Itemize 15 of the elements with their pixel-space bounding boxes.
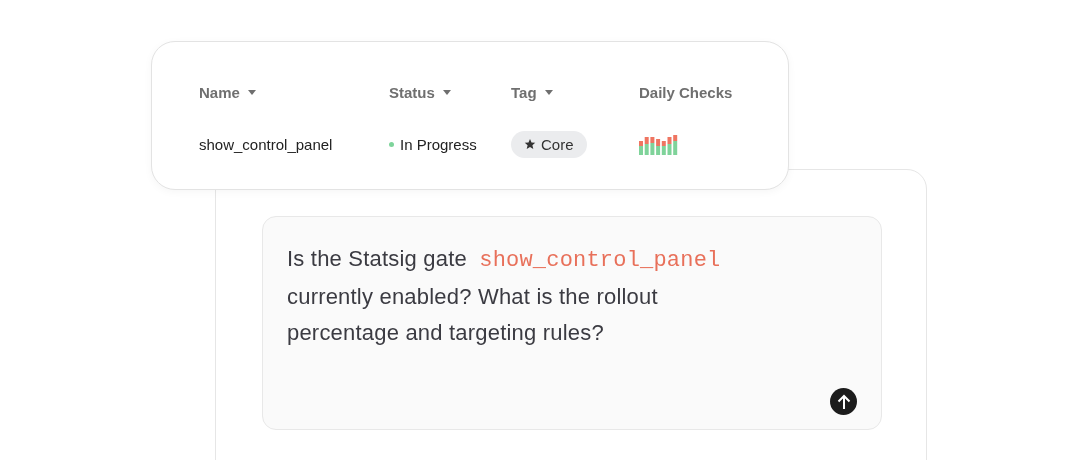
arrow-up-icon — [836, 393, 851, 410]
prompt-text: Is the Statsig gate show_control_panel currently enabled? What is the rollout percentage and targeting rules? — [287, 245, 722, 347]
table-cell-text: show_control_panel — [199, 135, 334, 153]
tag-chip: Core — [511, 130, 587, 158]
column-header[interactable]: Daily Checks — [639, 80, 759, 104]
caret-icon — [247, 89, 256, 95]
caret-icon — [544, 89, 553, 95]
send-button[interactable] — [830, 388, 857, 415]
column-header[interactable]: Status — [389, 80, 511, 104]
caret-icon — [442, 89, 451, 95]
column-header[interactable]: Tag — [511, 80, 639, 104]
status-cell: In Progress — [389, 135, 511, 153]
prompt-box[interactable]: Is the Statsig gate show_control_panel currently enabled? What is the rollout percentage and targeting rules? — [262, 216, 882, 430]
star-icon — [524, 138, 536, 150]
column-header[interactable]: Name — [199, 80, 389, 104]
